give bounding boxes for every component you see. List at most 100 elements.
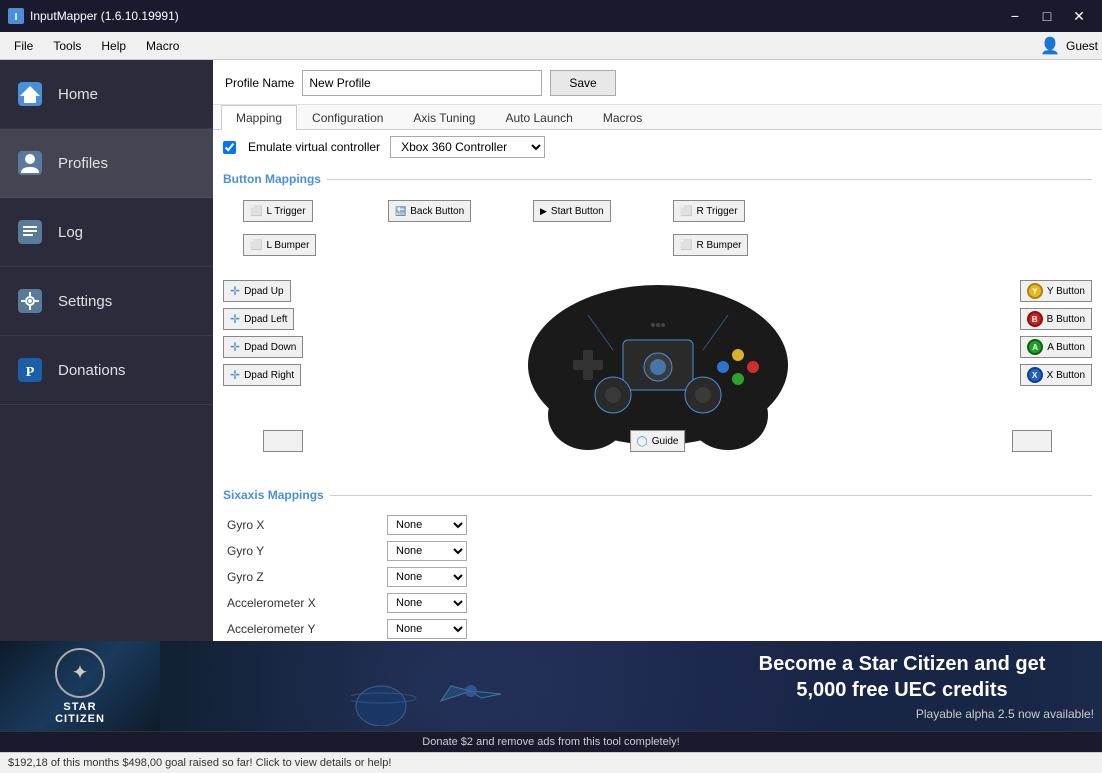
controller-image [508, 255, 808, 455]
titlebar-controls: − □ ✕ [1000, 6, 1094, 26]
sixaxis-mappings-header: Sixaxis Mappings [213, 484, 1102, 506]
menubar: File Tools Help Macro 👤 Guest [0, 32, 1102, 60]
profile-name-label: Profile Name [225, 76, 294, 90]
dpad-left-btn[interactable]: ✛ Dpad Left [223, 308, 294, 330]
sixaxis-row-accel-y: Accelerometer Y None [227, 616, 1088, 641]
dpad-down-btn[interactable]: ✛ Dpad Down [223, 336, 303, 358]
section-line [327, 179, 1092, 180]
sixaxis-section-line [330, 495, 1092, 496]
star-citizen-circle-logo: ✦ [55, 648, 105, 698]
button-mappings-header: Button Mappings [213, 168, 1102, 190]
dpad-up-btn[interactable]: ✛ Dpad Up [223, 280, 291, 302]
gyro-y-select[interactable]: None [387, 541, 467, 561]
donate-bar: Donate $2 and remove ads from this tool … [0, 731, 1102, 752]
accel-y-select[interactable]: None [387, 619, 467, 639]
empty-btn-right[interactable] [1012, 430, 1052, 452]
sidebar-label-settings: Settings [58, 293, 112, 310]
user-label: Guest [1066, 39, 1098, 53]
tab-configuration[interactable]: Configuration [297, 105, 398, 130]
sixaxis-row-gyro-y: Gyro Y None [227, 538, 1088, 564]
tab-macros[interactable]: Macros [588, 105, 657, 130]
main-layout: Home Profiles L [0, 60, 1102, 641]
sidebar-item-donations[interactable]: P Donations [0, 336, 213, 405]
gyro-z-label: Gyro Z [227, 570, 387, 584]
r-bumper-btn[interactable]: ⬜ R Bumper [673, 234, 748, 256]
l-trigger-btn[interactable]: ⬜ L Trigger [243, 200, 313, 222]
home-icon [14, 78, 46, 110]
b-button-btn[interactable]: B B Button [1020, 308, 1092, 330]
donations-icon: P [14, 354, 46, 386]
empty-btn-left[interactable] [263, 430, 303, 452]
sidebar-item-log[interactable]: Log [0, 198, 213, 267]
user-area: 👤 Guest [1040, 36, 1098, 56]
gyro-x-label: Gyro X [227, 518, 387, 532]
sidebar-label-home: Home [58, 86, 98, 103]
bottom-area: ✦ STARCITIZEN Beco [0, 641, 1102, 773]
sidebar-item-profiles[interactable]: Profiles [0, 129, 213, 198]
log-icon [14, 216, 46, 248]
content-scroll[interactable]: Emulate virtual controller Xbox 360 Cont… [213, 130, 1102, 641]
x-button-btn[interactable]: X X Button [1020, 364, 1092, 386]
tabs-row: Mapping Configuration Axis Tuning Auto L… [213, 105, 1102, 130]
ad-banner[interactable]: ✦ STARCITIZEN Beco [0, 641, 1102, 731]
sidebar-label-donations: Donations [58, 362, 126, 379]
sidebar: Home Profiles L [0, 60, 213, 641]
r-trigger-btn[interactable]: ⬜ R Trigger [673, 200, 745, 222]
profiles-icon [14, 147, 46, 179]
accel-x-label: Accelerometer X [227, 596, 387, 610]
emulate-vc-label: Emulate virtual controller [248, 140, 380, 154]
close-button[interactable]: ✕ [1064, 6, 1094, 26]
menu-file[interactable]: File [4, 35, 43, 57]
ad-logo-area: ✦ STARCITIZEN [0, 641, 160, 731]
user-icon: 👤 [1040, 36, 1060, 56]
status-text: $192,18 of this months $498,00 goal rais… [8, 757, 391, 769]
ad-subtitle: Playable alpha 2.5 now available! [702, 703, 1102, 721]
start-button-btn[interactable]: ▶ Start Button [533, 200, 611, 222]
save-button[interactable]: Save [550, 70, 615, 96]
titlebar-title: InputMapper (1.6.10.19991) [30, 9, 1000, 23]
tab-auto-launch[interactable]: Auto Launch [490, 105, 587, 130]
tab-axis-tuning[interactable]: Axis Tuning [398, 105, 490, 130]
button-mappings-label: Button Mappings [223, 172, 321, 186]
vc-type-select[interactable]: Xbox 360 Controller Xbox One Controller … [390, 136, 545, 158]
virtual-controller-row: Emulate virtual controller Xbox 360 Cont… [213, 130, 1102, 164]
minimize-button[interactable]: − [1000, 6, 1030, 26]
titlebar: I InputMapper (1.6.10.19991) − □ ✕ [0, 0, 1102, 32]
accel-x-select[interactable]: None [387, 593, 467, 613]
maximize-button[interactable]: □ [1032, 6, 1062, 26]
guide-btn[interactable]: ◯ Guide [630, 430, 686, 452]
svg-text:I: I [15, 12, 18, 23]
gyro-y-label: Gyro Y [227, 544, 387, 558]
settings-icon [14, 285, 46, 317]
sixaxis-mappings-label: Sixaxis Mappings [223, 488, 324, 502]
accel-y-label: Accelerometer Y [227, 622, 387, 636]
sixaxis-row-gyro-z: Gyro Z None [227, 564, 1088, 590]
back-button-btn[interactable]: 🔙 Back Button [388, 200, 471, 222]
btn-mappings-area: ⬜ L Trigger 🔙 Back Button ▶ Start Button… [213, 190, 1102, 480]
gyro-z-select[interactable]: None [387, 567, 467, 587]
l-bumper-btn[interactable]: ⬜ L Bumper [243, 234, 316, 256]
ad-title: Become a Star Citizen and get5,000 free … [759, 651, 1046, 703]
sidebar-label-log: Log [58, 224, 83, 241]
tab-mapping[interactable]: Mapping [221, 105, 297, 130]
y-button-btn[interactable]: Y Y Button [1020, 280, 1092, 302]
content-area: Profile Name Save Mapping Configuration … [213, 60, 1102, 641]
sixaxis-row-accel-x: Accelerometer X None [227, 590, 1088, 616]
a-button-btn[interactable]: A A Button [1020, 336, 1092, 358]
menu-help[interactable]: Help [91, 35, 136, 57]
menu-tools[interactable]: Tools [43, 35, 91, 57]
sixaxis-row-gyro-x: Gyro X None [227, 512, 1088, 538]
profile-name-row: Profile Name Save [213, 60, 1102, 105]
emulate-vc-checkbox[interactable] [223, 141, 236, 154]
dpad-right-btn[interactable]: ✛ Dpad Right [223, 364, 301, 386]
sidebar-item-home[interactable]: Home [0, 60, 213, 129]
ad-space-image: Become a Star Citizen and get5,000 free … [160, 641, 1102, 731]
app-icon: I [8, 8, 24, 24]
profile-name-input[interactable] [302, 70, 542, 96]
svg-text:P: P [26, 365, 35, 380]
menu-macro[interactable]: Macro [136, 35, 189, 57]
ad-text-area: Become a Star Citizen and get5,000 free … [702, 641, 1102, 731]
gyro-x-select[interactable]: None [387, 515, 467, 535]
status-bar[interactable]: $192,18 of this months $498,00 goal rais… [0, 752, 1102, 773]
sidebar-item-settings[interactable]: Settings [0, 267, 213, 336]
